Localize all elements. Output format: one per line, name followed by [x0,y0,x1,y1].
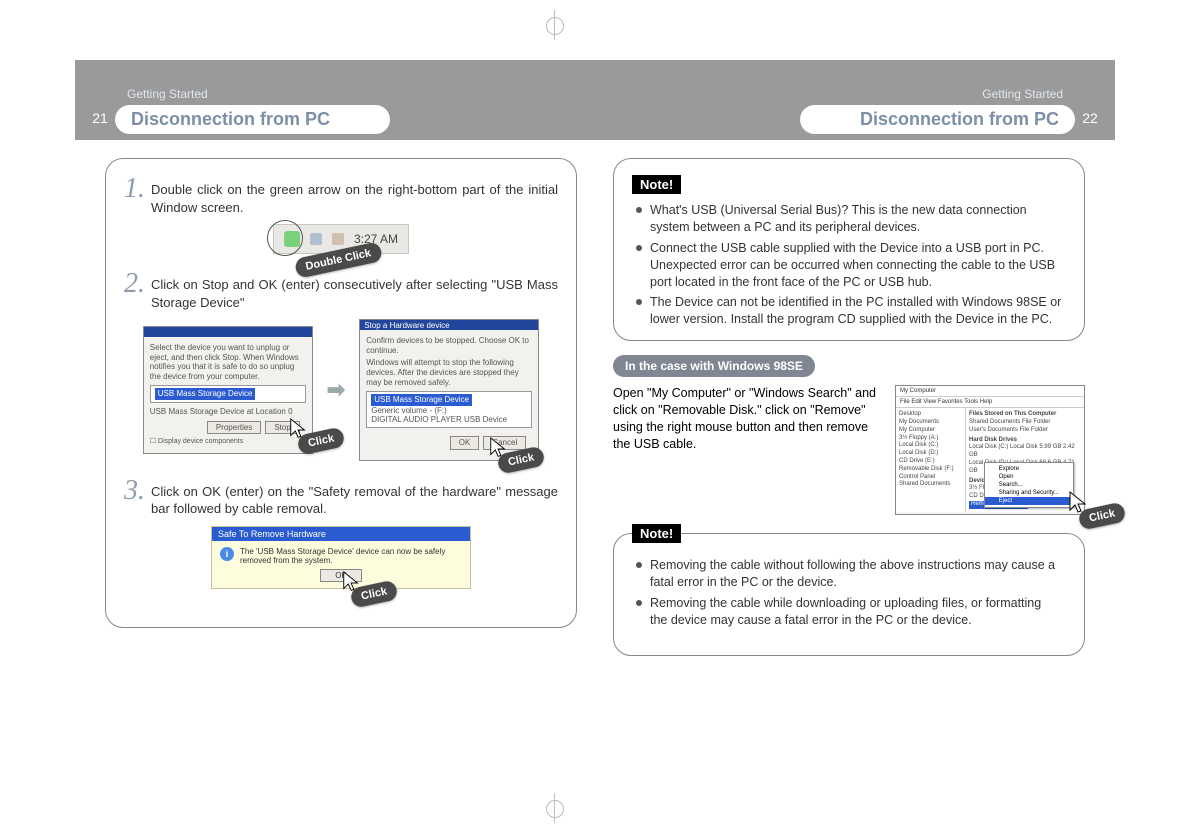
balloon-text: The 'USB Mass Storage Device' device can… [240,547,462,565]
registration-circle [546,17,564,35]
ok-button[interactable]: OK [450,436,480,450]
tray-icon [310,233,322,245]
device-location: USB Mass Storage Device at Location 0 [150,407,306,417]
page-title-left: Disconnection from PC [131,109,330,130]
tree-item: Local Disk (C:) [899,442,962,450]
list-item: User's Documents File Folder [969,427,1081,435]
win98-section: In the case with Windows 98SE Open "My C… [613,341,1085,515]
balloon-title: Safe To Remove Hardware [212,527,470,541]
page-right: Getting Started Disconnection from PC 22… [595,60,1115,760]
context-item[interactable]: Sharing and Security... [985,489,1073,497]
list-group: Hard Disk Drives [969,437,1081,445]
figure-balloon: Safe To Remove Hardware i The 'USB Mass … [124,526,558,589]
note-item: Removing the cable without following the… [636,557,1062,591]
step-3-num: 3. [124,477,145,505]
context-menu: Explore Open Search... Sharing and Secur… [984,462,1074,508]
note-label: Note! [632,175,681,194]
header-band-left: 21 Getting Started Disconnection from PC [75,60,595,140]
context-item[interactable]: Open [985,473,1073,481]
properties-button[interactable]: Properties [207,421,261,435]
my-computer-window: My Computer File Edit View Favorites Too… [895,385,1085,515]
win98-paragraph: Open "My Computer" or "Windows Search" a… [613,385,883,453]
crop-mark-bottom [554,793,634,823]
dialog-stop-device: Stop a Hardware device Confirm devices t… [359,319,539,460]
step-3-text: Click on OK (enter) on the "Safety remov… [151,477,558,518]
dialog-instruction: Select the device you want to unplug or … [150,343,306,381]
device-item: USB Mass Storage Device [371,394,472,406]
step-3: 3. Click on OK (enter) on the "Safety re… [124,477,558,518]
step-1: 1. Double click on the green arrow on th… [124,175,558,216]
tree-item: Shared Documents [899,481,962,489]
step-2: 2. Click on Stop and OK (enter) consecut… [124,270,558,311]
device-item: USB Mass Storage Device [155,388,256,400]
context-item[interactable]: Explore [985,465,1073,473]
highlight-circle [267,220,303,256]
page-number-left: 21 [85,110,115,140]
title-pill-right: Disconnection from PC [800,105,1075,134]
content-box-left: 1. Double click on the green arrow on th… [105,158,577,628]
tree-item: Removable Disk (F:) [899,466,962,474]
explorer-tree: Desktop My Documents My Computer 3½ Flop… [896,408,966,512]
device-item: Generic volume - (F:) [371,406,527,416]
dialog2-instr2: Windows will attempt to stop the followi… [366,358,532,387]
section-label-right: Getting Started [970,87,1075,105]
tree-item: 3½ Floppy (A:) [899,435,962,443]
note1-list: What's USB (Universal Serial Bus)? This … [632,202,1066,328]
explorer-title: My Computer [896,386,1084,397]
figure-dialogs: Select the device you want to unplug or … [124,319,558,460]
dialog2-instr1: Confirm devices to be stopped. Choose OK… [366,336,532,355]
registration-circle [546,800,564,818]
note-box-1: Note! What's USB (Universal Serial Bus)?… [613,158,1085,341]
note2-list: Removing the cable without following the… [632,557,1066,629]
tree-item: CD Drive (E:) [899,458,962,466]
tree-item: Control Panel [899,474,962,482]
explorer-menu: File Edit View Favorites Tools Help [896,397,1084,408]
page-number-right: 22 [1075,110,1105,140]
step-1-num: 1. [124,175,145,203]
list-item: Local Disk (C:) Local Disk 5.99 GB 2.42 … [969,444,1081,460]
note-item: Removing the cable while downloading or … [636,595,1062,629]
page-left: 21 Getting Started Disconnection from PC… [75,60,595,760]
tree-item: Desktop [899,411,962,419]
safe-remove-balloon: Safe To Remove Hardware i The 'USB Mass … [211,526,471,589]
tree-item: My Documents [899,419,962,427]
tree-item: My Computer [899,427,962,435]
page-spread: 21 Getting Started Disconnection from PC… [75,60,1115,760]
note-box-2: Note! Removing the cable without followi… [613,533,1085,656]
tray-icon [332,233,344,245]
tree-item: Local Disk (D:) [899,450,962,458]
info-icon: i [220,547,234,561]
step-2-num: 2. [124,270,145,298]
dialog-titlebar: Stop a Hardware device [360,320,538,330]
header-band-right: Getting Started Disconnection from PC 22 [595,60,1115,140]
page-title-right: Disconnection from PC [860,109,1059,130]
title-pill-left: Disconnection from PC [115,105,390,134]
list-item: Shared Documents File Folder [969,419,1081,427]
crop-mark-top [554,10,634,40]
step-2-text: Click on Stop and OK (enter) consecutive… [151,270,558,311]
list-group: Files Stored on This Computer [969,411,1081,419]
note-item: What's USB (Universal Serial Bus)? This … [636,202,1062,236]
note-item: The Device can not be identified in the … [636,294,1062,328]
section-label-left: Getting Started [115,87,390,105]
arrow-right-icon: ➡ [327,377,345,403]
dialog-safely-remove: Select the device you want to unplug or … [143,326,313,454]
device-item: DIGITAL AUDIO PLAYER USB Device [371,415,527,425]
context-item[interactable]: Search... [985,481,1073,489]
figure-tray: 3:27 AM Double Click [124,224,558,254]
note-item: Connect the USB cable supplied with the … [636,240,1062,291]
checkbox-label: Display device components [158,438,243,445]
dialog-titlebar [144,327,312,337]
device-list: USB Mass Storage Device [150,385,306,403]
context-eject[interactable]: Eject [985,497,1073,505]
step-1-text: Double click on the green arrow on the r… [151,175,558,216]
device-list-2: USB Mass Storage Device Generic volume -… [366,391,532,428]
note-label: Note! [632,524,681,543]
subheading-win98: In the case with Windows 98SE [613,355,815,377]
